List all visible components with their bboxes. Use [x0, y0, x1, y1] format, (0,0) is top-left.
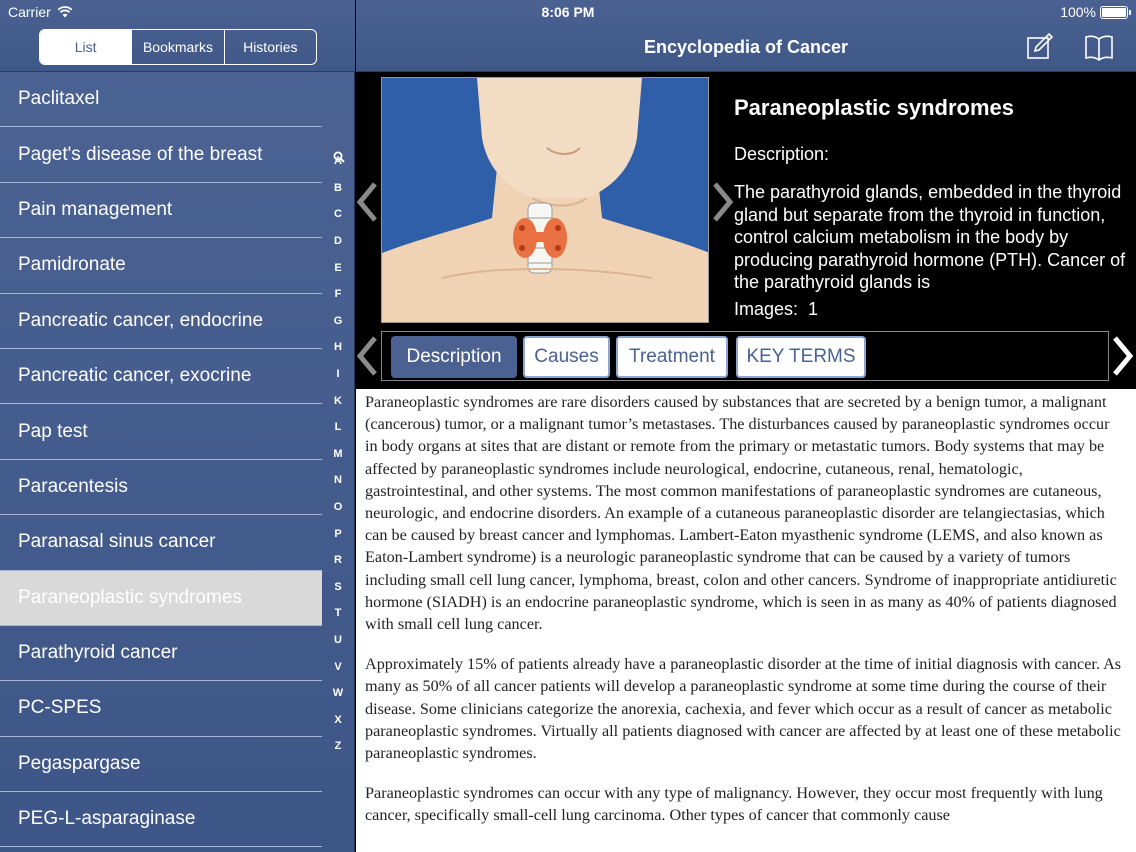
- index-letter[interactable]: A: [326, 148, 350, 175]
- sidebar: List Bookmarks Histories Paclitaxel Page…: [0, 0, 355, 852]
- index-letter[interactable]: B: [326, 175, 350, 202]
- index-letter[interactable]: M: [326, 441, 350, 468]
- detail-pane: Encyclopedia of Cancer Paraneoplastic sy…: [356, 0, 1136, 852]
- index-letter[interactable]: O: [326, 494, 350, 521]
- thyroid-illustration: [382, 78, 708, 322]
- entry-list: Paclitaxel Paget's disease of the breast…: [0, 72, 322, 848]
- description-label: Description:: [734, 144, 830, 164]
- index-letter[interactable]: L: [326, 414, 350, 441]
- index-letter[interactable]: E: [326, 254, 350, 281]
- index-letter[interactable]: D: [326, 228, 350, 255]
- battery-percent: 100%: [1060, 4, 1096, 20]
- tabs-next-arrow[interactable]: [1112, 336, 1134, 376]
- list-item[interactable]: PEG-L-asparaginase: [0, 792, 322, 848]
- list-item[interactable]: Paracentesis: [0, 460, 322, 516]
- list-item[interactable]: Pain management: [0, 183, 322, 239]
- status-time: 8:06 PM: [541, 4, 595, 20]
- alphabet-index[interactable]: ABCDEFGHIKLMNOPRSTUVWXZ: [326, 148, 350, 760]
- index-letter[interactable]: S: [326, 574, 350, 601]
- index-letter[interactable]: F: [326, 281, 350, 308]
- index-letter[interactable]: T: [326, 600, 350, 627]
- article-paragraph: Approximately 15% of patients already ha…: [365, 655, 1122, 763]
- index-letter[interactable]: Z: [326, 733, 350, 760]
- battery-icon: [1100, 5, 1131, 19]
- index-letter[interactable]: N: [326, 467, 350, 494]
- index-letter[interactable]: U: [326, 627, 350, 654]
- list-item[interactable]: Pamidronate: [0, 238, 322, 294]
- compose-icon[interactable]: [1025, 32, 1055, 62]
- list-item[interactable]: Parathyroid cancer: [0, 626, 322, 682]
- index-letter[interactable]: P: [326, 520, 350, 547]
- index-letter[interactable]: G: [326, 308, 350, 335]
- entry-title: Paraneoplastic syndromes: [734, 95, 1015, 120]
- index-letter[interactable]: K: [326, 387, 350, 414]
- index-letter[interactable]: R: [326, 547, 350, 574]
- image-next-arrow[interactable]: [712, 182, 734, 222]
- app-title: Encyclopedia of Cancer: [643, 37, 849, 57]
- description-preview: The parathyroid glands, embedded in the …: [734, 182, 1126, 292]
- tab-key-terms[interactable]: KEY TERMS: [736, 336, 866, 378]
- segment-histories[interactable]: Histories: [225, 30, 316, 64]
- article-paragraph: Paraneoplastic syndromes can occur with …: [365, 784, 1103, 825]
- images-count: Images: 1: [734, 299, 818, 320]
- segment-list[interactable]: List: [40, 30, 133, 64]
- index-letter[interactable]: H: [326, 334, 350, 361]
- tab-causes[interactable]: Causes: [523, 336, 610, 378]
- index-letter[interactable]: I: [326, 361, 350, 388]
- index-letter[interactable]: X: [326, 706, 350, 733]
- list-item[interactable]: PC-SPES: [0, 681, 322, 737]
- index-letter[interactable]: W: [326, 680, 350, 707]
- list-item-selected[interactable]: Paraneoplastic syndromes: [0, 570, 322, 626]
- list-item[interactable]: Paclitaxel: [0, 72, 322, 128]
- index-letter[interactable]: C: [326, 201, 350, 228]
- images-label: Images:: [734, 299, 799, 319]
- status-bar: Carrier 8:06 PM 100%: [0, 0, 1136, 24]
- status-right: 100%: [1060, 4, 1131, 20]
- entry-image[interactable]: [381, 77, 709, 323]
- index-letter[interactable]: V: [326, 653, 350, 680]
- list-item[interactable]: Pancreatic cancer, exocrine: [0, 349, 322, 405]
- book-icon[interactable]: [1084, 32, 1114, 62]
- section-tabs: Description Causes Treatment KEY TERMS: [381, 331, 1109, 381]
- article-body[interactable]: Paraneoplastic syndromes are rare disord…: [356, 389, 1136, 852]
- view-segmented-control: List Bookmarks Histories: [39, 29, 317, 65]
- list-item[interactable]: Pap test: [0, 404, 322, 460]
- list-item[interactable]: Paget's disease of the breast: [0, 127, 322, 183]
- list-item[interactable]: Pancreatic cancer, endocrine: [0, 294, 322, 349]
- image-prev-arrow[interactable]: [356, 182, 378, 222]
- tabs-prev-arrow[interactable]: [356, 336, 378, 376]
- segment-bookmarks[interactable]: Bookmarks: [132, 30, 225, 64]
- images-count-value: 1: [808, 299, 819, 319]
- list-item[interactable]: Pegaspargase: [0, 737, 322, 793]
- list-item[interactable]: Paranasal sinus cancer: [0, 515, 322, 571]
- tab-treatment[interactable]: Treatment: [616, 336, 728, 378]
- tab-description[interactable]: Description: [391, 336, 517, 378]
- article-paragraph: Paraneoplastic syndromes are rare disord…: [365, 393, 1117, 634]
